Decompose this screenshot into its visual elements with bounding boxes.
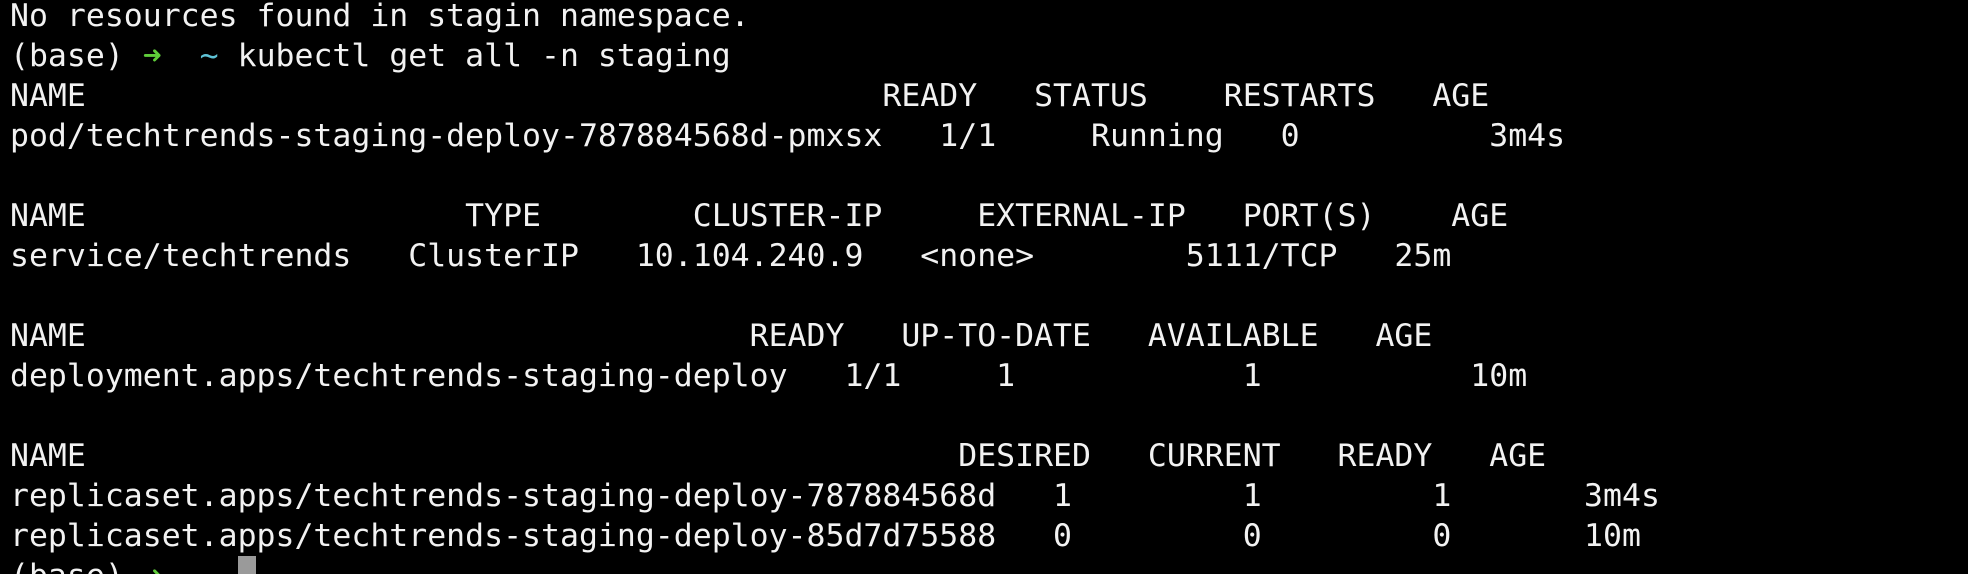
deployment-row: deployment.apps/techtrends-staging-deplo…: [10, 358, 1528, 394]
service-row: service/techtrends ClusterIP 10.104.240.…: [10, 238, 1452, 274]
active-prompt-line[interactable]: (base) ➜ ~: [10, 556, 256, 574]
terminal-window[interactable]: No resources found in stagin namespace. …: [0, 0, 1968, 574]
pod-row: pod/techtrends-staging-deploy-787884568d…: [10, 118, 1566, 154]
replicasets-header-row: NAME DESIRED CURRENT READY AGE: [10, 438, 1547, 474]
conda-env-label: (base): [10, 558, 124, 574]
command-prompt-line: (base) ➜ ~ kubectl get all -n staging: [10, 36, 731, 76]
prompt-arrow-icon: ➜: [142, 38, 162, 74]
deployments-header-row: NAME READY UP-TO-DATE AVAILABLE AGE: [10, 318, 1433, 354]
command-text: kubectl get all -n staging: [237, 38, 731, 74]
prompt-directory: ~: [199, 38, 219, 74]
prompt-arrow-icon: ➜: [143, 558, 162, 574]
prompt-directory: ~: [200, 558, 219, 574]
replicaset-row: replicaset.apps/techtrends-staging-deplo…: [10, 518, 1641, 554]
replicaset-row: replicaset.apps/techtrends-staging-deplo…: [10, 478, 1660, 514]
services-header-row: NAME TYPE CLUSTER-IP EXTERNAL-IP PORT(S)…: [10, 198, 1509, 234]
text-cursor: [237, 556, 256, 574]
no-resources-message: No resources found in stagin namespace.: [10, 0, 750, 34]
pods-header-row: NAME READY STATUS RESTARTS AGE: [10, 78, 1490, 114]
conda-env-label: (base): [10, 38, 124, 74]
